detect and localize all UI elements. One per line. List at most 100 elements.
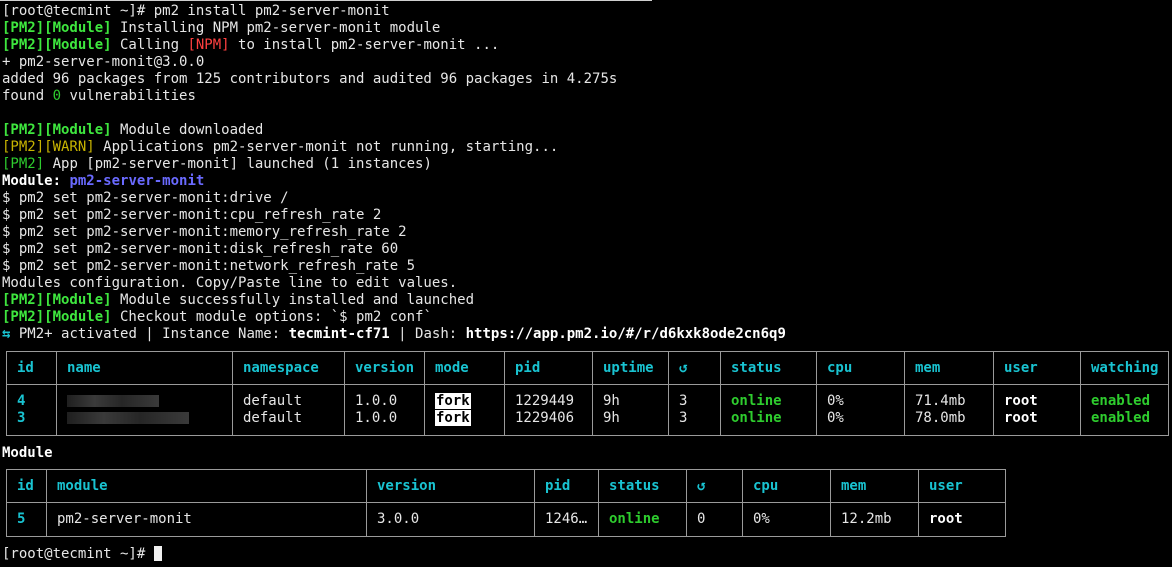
terminal-line: [PM2][Module] Module downloaded: [2, 122, 786, 139]
terminal-text: $ pm2 set pm2-server-monit:network_refre…: [2, 258, 416, 274]
watching-value: enabled: [1091, 393, 1151, 409]
module-cpu: 0%: [742, 502, 831, 537]
header-cpu: cpu: [742, 469, 831, 503]
header-status: status: [598, 469, 687, 503]
mem-cell: 71.4mb 78.0mb: [904, 384, 994, 436]
terminal-line: [PM2][Module] Installing NPM pm2-server-…: [2, 20, 786, 37]
header-name: name: [56, 351, 233, 385]
header-pid: pid: [504, 351, 593, 385]
terminal-text: App [pm2-server-monit] launched (1 insta…: [44, 156, 432, 172]
pid-cell: 1229449 1229406: [504, 384, 593, 436]
terminal-text: Module:: [2, 173, 70, 189]
terminal-line: added 96 packages from 125 contributors …: [2, 71, 786, 88]
process-id: 4: [17, 393, 26, 409]
header-cpu: cpu: [816, 351, 905, 385]
mode-value: fork: [435, 410, 471, 426]
terminal-text: [PM2][WARN]: [2, 139, 95, 155]
header-watching: watching: [1080, 351, 1169, 385]
restarts-value: 3: [679, 410, 688, 426]
table-row: 5 pm2-server-monit 3.0.0 1246… online 0 …: [6, 502, 1006, 537]
terminal-text: $ pm2 set pm2-server-monit:disk_refresh_…: [2, 241, 399, 257]
terminal-text: [root@tecmint ~]# pm2 install pm2-server…: [2, 3, 390, 19]
terminal-line: Modules configuration. Copy/Paste line t…: [2, 275, 786, 292]
header-pid: pid: [534, 469, 599, 503]
terminal-text: [PM2][Module]: [2, 292, 112, 308]
header-user: user: [918, 469, 1006, 503]
watching-value: enabled: [1091, 410, 1151, 426]
cpu-value: 0%: [827, 393, 844, 409]
terminal-text: added 96 packages from 125 contributors …: [2, 71, 618, 87]
terminal-line: [PM2][Module] Checkout module options: `…: [2, 309, 786, 326]
mode-cell: fork fork: [424, 384, 505, 436]
header-user: user: [993, 351, 1081, 385]
header-mem: mem: [904, 351, 994, 385]
redacted-name: [67, 395, 159, 407]
shell-prompt[interactable]: [root@tecmint ~]#: [2, 546, 162, 563]
terminal-line: [PM2][Module] Calling [NPM] to install p…: [2, 37, 786, 54]
terminal-text: $ pm2 set pm2-server-monit:drive /: [2, 190, 289, 206]
module-status: online: [598, 502, 687, 537]
terminal-line: [2, 105, 786, 122]
terminal-line: + pm2-server-monit@3.0.0: [2, 54, 786, 71]
terminal-text: $ pm2 set pm2-server-monit:memory_refres…: [2, 224, 407, 240]
terminal-text: [PM2][Module]: [2, 122, 112, 138]
pid-value: 1229449: [515, 393, 575, 409]
uptime-value: 9h: [603, 410, 620, 426]
status-value: online: [731, 393, 782, 409]
cpu-cell: 0% 0%: [816, 384, 905, 436]
terminal-line: $ pm2 set pm2-server-monit:disk_refresh_…: [2, 241, 786, 258]
terminal-text: | Dash:: [389, 326, 466, 342]
process-table: id name namespace version mode pid uptim…: [6, 351, 1169, 436]
header-status: status: [720, 351, 817, 385]
module-restarts: 0: [686, 502, 743, 537]
header-module: module: [46, 469, 367, 503]
uptime-cell: 9h 9h: [592, 384, 669, 436]
terminal-text: found: [2, 88, 53, 104]
cpu-value: 0%: [827, 410, 844, 426]
table-row: 4 3 default default 1.0.0 1.0.0 fork for…: [6, 384, 1169, 436]
namespace-cell: default default: [232, 384, 345, 436]
terminal-line: Module: pm2-server-monit: [2, 173, 786, 190]
module-name: pm2-server-monit: [46, 502, 367, 537]
terminal-text: Calling: [111, 37, 188, 53]
terminal-text: [PM2]: [2, 156, 45, 172]
header-restarts: ↺: [686, 469, 743, 503]
terminal-text: vulnerabilities: [61, 88, 196, 104]
terminal-text: Applications pm2-server-monit not runnin…: [94, 139, 559, 155]
module-table: id module version pid status ↺ cpu mem u…: [6, 469, 1006, 537]
pid-value: 1229406: [515, 410, 575, 426]
terminal-text: [PM2][Module]: [2, 20, 112, 36]
terminal-text: Module downloaded: [111, 122, 264, 138]
header-mem: mem: [830, 469, 919, 503]
prompt-text: [root@tecmint ~]#: [2, 546, 154, 562]
terminal-line: $ pm2 set pm2-server-monit:network_refre…: [2, 258, 786, 275]
terminal-text: [NPM]: [187, 37, 230, 53]
terminal-text: + pm2-server-monit@3.0.0: [2, 54, 205, 70]
terminal-text: tecmint-cf71: [288, 326, 390, 342]
terminal-line: ⇆ PM2+ activated | Instance Name: tecmin…: [2, 326, 786, 343]
version-cell: 1.0.0 1.0.0: [344, 384, 425, 436]
terminal-text: [PM2][Module]: [2, 309, 112, 325]
namespace-value: default: [243, 393, 303, 409]
header-id: id: [6, 469, 47, 503]
terminal-text: pm2-server-monit: [69, 173, 205, 189]
terminal-line: [PM2][Module] Module successfully instal…: [2, 292, 786, 309]
module-version: 3.0.0: [366, 502, 535, 537]
id-cell: 4 3: [6, 384, 57, 436]
header-uptime: uptime: [592, 351, 669, 385]
redacted-name: [67, 412, 189, 424]
version-value: 1.0.0: [355, 393, 398, 409]
user-cell: root root: [993, 384, 1081, 436]
terminal-text: https://app.pm2.io/#/r/d6kxk8ode2cn6q9: [465, 326, 786, 342]
terminal-text: Module successfully installed and launch…: [111, 292, 475, 308]
header-namespace: namespace: [232, 351, 345, 385]
text-cursor: [153, 546, 162, 561]
module-user: root: [918, 502, 1006, 537]
process-id: 3: [17, 410, 26, 426]
window-top-border: [0, 0, 652, 1]
mode-value: fork: [435, 393, 471, 409]
restarts-value: 3: [679, 393, 688, 409]
user-value: root: [1004, 410, 1038, 426]
terminal-line: $ pm2 set pm2-server-monit:drive /: [2, 190, 786, 207]
